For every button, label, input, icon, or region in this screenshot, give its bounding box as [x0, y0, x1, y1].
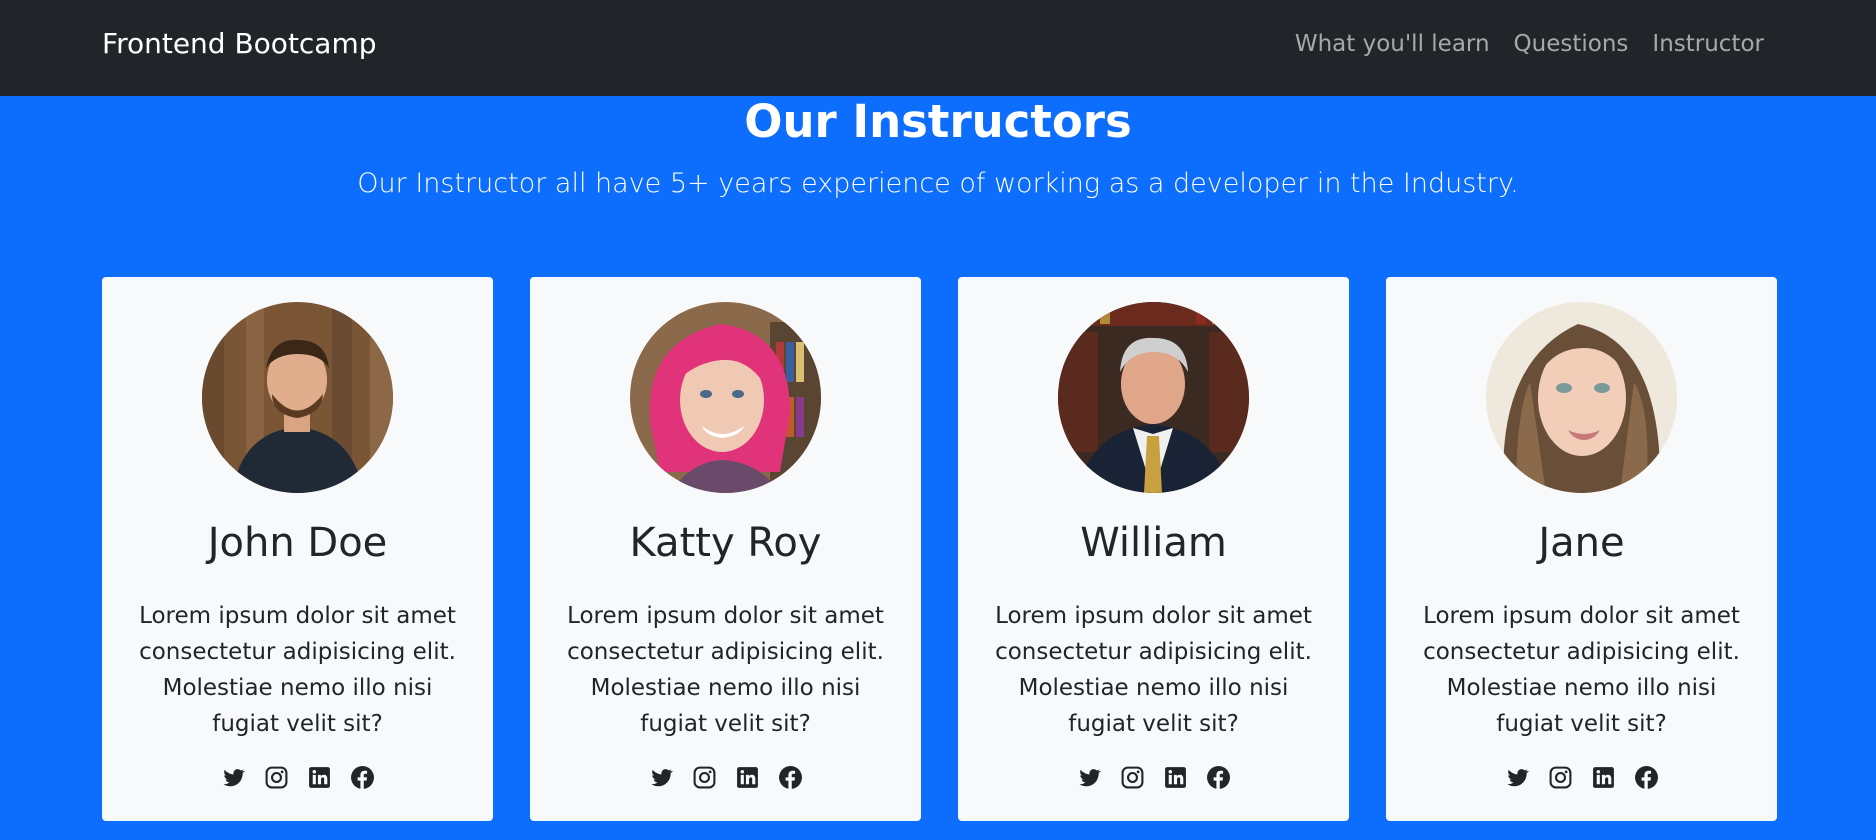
linkedin-icon[interactable] — [1163, 765, 1188, 790]
social-links — [102, 765, 493, 790]
instructor-card: Jane Lorem ipsum dolor sit amet consecte… — [1386, 277, 1777, 821]
twitter-icon[interactable] — [1077, 765, 1102, 790]
instructor-card: John Doe Lorem ipsum dolor sit amet cons… — [102, 277, 493, 821]
instagram-icon[interactable] — [1120, 765, 1145, 790]
section-title: Our Instructors — [744, 95, 1132, 148]
twitter-icon[interactable] — [1505, 765, 1530, 790]
facebook-icon[interactable] — [1206, 765, 1231, 790]
instructor-bio: Lorem ipsum dolor sit amet consectetur a… — [567, 603, 884, 737]
nav-link-questions[interactable]: Questions — [1514, 26, 1629, 62]
brand-link[interactable]: Frontend Bootcamp — [102, 26, 377, 62]
instructor-name: Katty Roy — [629, 520, 822, 566]
avatar — [630, 302, 821, 493]
instructor-bio: Lorem ipsum dolor sit amet consectetur a… — [1423, 603, 1740, 737]
instructor-bio: Lorem ipsum dolor sit amet consectetur a… — [995, 603, 1312, 737]
nav-links: What you'll learn Questions Instructor — [1295, 26, 1764, 62]
avatar — [1486, 302, 1677, 493]
instructor-name: William — [1080, 520, 1227, 566]
instagram-icon[interactable] — [692, 765, 717, 790]
social-links — [530, 765, 921, 790]
twitter-icon[interactable] — [221, 765, 246, 790]
instructor-card: Katty Roy Lorem ipsum dolor sit amet con… — [530, 277, 921, 821]
linkedin-icon[interactable] — [1591, 765, 1616, 790]
avatar — [202, 302, 393, 493]
instagram-icon[interactable] — [264, 765, 289, 790]
instructor-name: Jane — [1538, 520, 1625, 566]
instructor-card: William Lorem ipsum dolor sit amet conse… — [958, 277, 1349, 821]
avatar — [1058, 302, 1249, 493]
twitter-icon[interactable] — [649, 765, 674, 790]
instructor-name: John Doe — [207, 520, 388, 566]
facebook-icon[interactable] — [350, 765, 375, 790]
linkedin-icon[interactable] — [307, 765, 332, 790]
instructor-cards: John Doe Lorem ipsum dolor sit amet cons… — [102, 277, 1777, 821]
section-lead: Our Instructor all have 5+ years experie… — [357, 168, 1519, 199]
social-links — [1386, 765, 1777, 790]
facebook-icon[interactable] — [778, 765, 803, 790]
nav-link-instructor[interactable]: Instructor — [1652, 26, 1764, 62]
instagram-icon[interactable] — [1548, 765, 1573, 790]
facebook-icon[interactable] — [1634, 765, 1659, 790]
navbar: Frontend Bootcamp What you'll learn Ques… — [0, 0, 1876, 96]
nav-link-what-youll-learn[interactable]: What you'll learn — [1295, 26, 1490, 62]
social-links — [958, 765, 1349, 790]
instructor-bio: Lorem ipsum dolor sit amet consectetur a… — [139, 603, 456, 737]
linkedin-icon[interactable] — [735, 765, 760, 790]
